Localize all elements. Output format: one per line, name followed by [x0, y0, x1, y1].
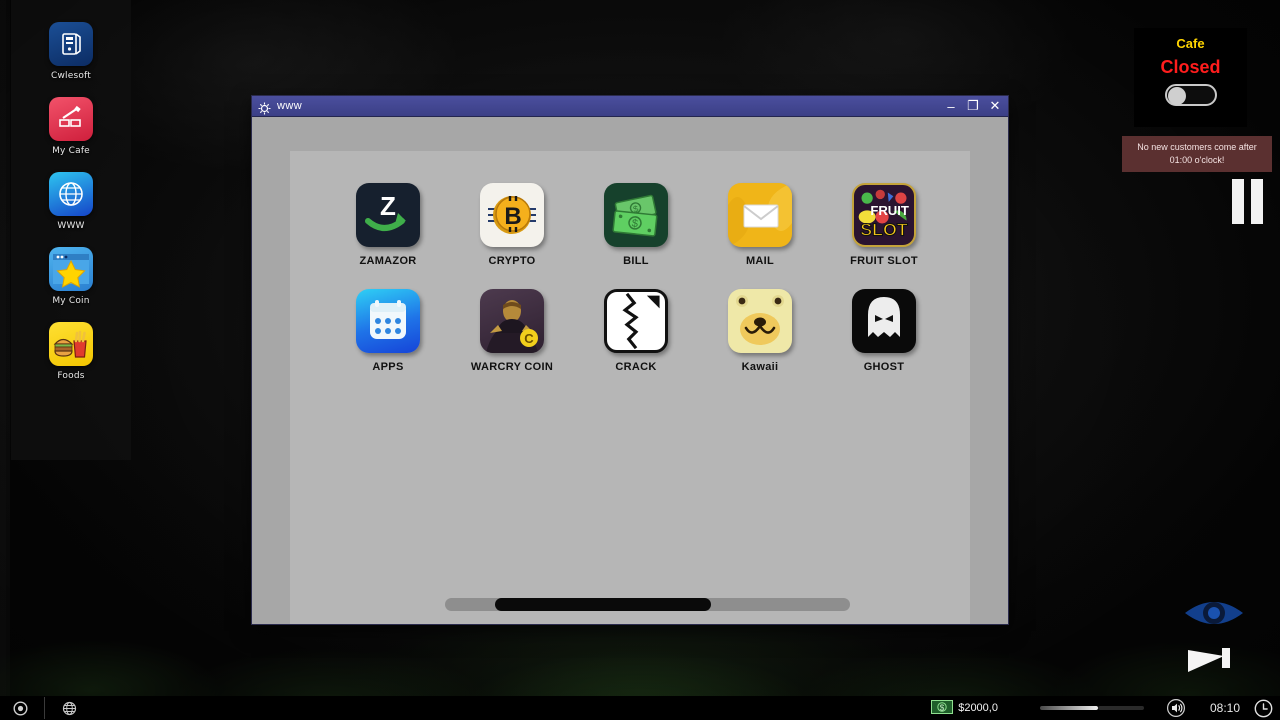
app-label: BILL — [623, 255, 649, 267]
globe-icon[interactable] — [49, 701, 89, 716]
maximize-button[interactable]: ❐ — [962, 97, 984, 116]
bitcoin-icon: B — [480, 183, 544, 247]
app-item-bill[interactable]: $ $ BILL — [574, 183, 698, 267]
app-label: CRYPTO — [488, 255, 535, 267]
server-icon — [49, 22, 93, 66]
app-list-container: Z ZAMAZOR — [290, 151, 970, 624]
app-item-kawaii[interactable]: Kawaii — [698, 289, 822, 373]
svg-text:C: C — [524, 331, 534, 346]
taskbar: $ $2000,0 08:10 — [0, 696, 1280, 720]
app-label: Kawaii — [742, 361, 779, 373]
svg-text:Z: Z — [380, 191, 396, 221]
cafe-status-badge: Closed — [1160, 57, 1220, 78]
desktop-screen: Cwlesoft My Cafe WWW — [0, 0, 1280, 720]
desktop-icon-label: My Cafe — [52, 146, 90, 156]
fruit-slot-icon: FRUIT SLOT — [852, 183, 916, 247]
pause-bar-left — [1232, 179, 1244, 224]
desktop-icon-my-cafe[interactable]: My Cafe — [26, 97, 116, 156]
app-grid: Z ZAMAZOR — [290, 151, 970, 373]
minimize-button[interactable]: – — [940, 97, 962, 116]
clock-time: 08:10 — [1210, 701, 1240, 715]
desktop-icon-foods[interactable]: Foods — [26, 322, 116, 381]
volume-slider[interactable] — [1040, 705, 1144, 711]
svg-text:SLOT: SLOT — [860, 220, 908, 240]
money-indicator: $ $2000,0 — [931, 699, 998, 718]
web-spinner-icon — [258, 100, 271, 113]
app-label: GHOST — [864, 361, 905, 373]
desktop-icon-label: Foods — [57, 371, 84, 381]
app-item-skin[interactable]: SKIN — [946, 183, 970, 267]
horizontal-scrollbar[interactable] — [445, 598, 850, 611]
eye-icon — [1183, 593, 1245, 633]
desktop-icon-my-coin[interactable]: My Coin — [26, 247, 116, 306]
torn-paper-icon — [604, 289, 668, 353]
cafe-open-toggle[interactable] — [1165, 84, 1217, 106]
envelope-icon — [728, 183, 792, 247]
app-item-real[interactable]: REAL — [946, 289, 970, 373]
app-label: WARCRY COIN — [471, 361, 553, 373]
burger-fries-icon — [49, 322, 93, 366]
svg-text:$: $ — [631, 218, 638, 231]
app-item-crypto[interactable]: B CRYPTO — [450, 183, 574, 267]
apps-grid-icon — [356, 289, 420, 353]
desktop-icon-cwlesoft[interactable]: Cwlesoft — [26, 22, 116, 81]
pause-button[interactable] — [1226, 178, 1268, 225]
eye-toggle-button[interactable] — [1183, 591, 1245, 635]
bear-face-icon — [728, 289, 792, 353]
desktop-icon-label: Cwlesoft — [51, 71, 91, 81]
app-item-warcry-coin[interactable]: C WARCRY COIN — [450, 289, 574, 373]
app-label: APPS — [372, 361, 403, 373]
desktop-icon-label: WWW — [57, 221, 84, 231]
record-icon[interactable] — [0, 701, 40, 716]
volume-slider-track — [1098, 706, 1144, 710]
pause-bar-right — [1251, 179, 1263, 224]
cafe-tooltip: No new customers come after 01:00 o'cloc… — [1122, 136, 1272, 172]
speaker-icon[interactable] — [1156, 699, 1196, 717]
globe-icon — [49, 172, 93, 216]
star-window-icon — [49, 247, 93, 291]
cafe-title: Cafe — [1176, 36, 1204, 51]
app-label: FRUIT SLOT — [850, 255, 918, 267]
taskbar-divider — [44, 697, 45, 719]
close-button[interactable]: ✕ — [984, 97, 1006, 116]
app-item-crack[interactable]: CRACK — [574, 289, 698, 373]
cafe-status-panel: Cafe Closed — [1134, 28, 1247, 127]
svg-text:$: $ — [940, 703, 945, 712]
app-item-fruit-slot[interactable]: FRUIT SLOT FRUIT SLOT — [822, 183, 946, 267]
volume-slider-fill — [1040, 706, 1098, 710]
app-item-zamazor[interactable]: Z ZAMAZOR — [326, 183, 450, 267]
money-amount: $2000,0 — [958, 702, 998, 714]
banknotes-icon: $ $ — [604, 183, 668, 247]
app-label: MAIL — [746, 255, 774, 267]
app-label: CRACK — [615, 361, 656, 373]
window-title: www — [277, 100, 940, 112]
app-item-mail[interactable]: MAIL — [698, 183, 822, 267]
cafe-hammer-icon — [49, 97, 93, 141]
dollar-bill-icon: $ — [931, 699, 953, 718]
scrollbar-thumb[interactable] — [495, 598, 711, 611]
app-item-ghost[interactable]: GHOST — [822, 289, 946, 373]
window-body: Z ZAMAZOR — [252, 117, 1008, 624]
flag-decoration — [1178, 642, 1234, 698]
window-titlebar[interactable]: www – ❐ ✕ — [252, 96, 1008, 117]
app-label: ZAMAZOR — [359, 255, 416, 267]
desktop-icon-label: My Coin — [52, 296, 89, 306]
desktop-icon-www[interactable]: WWW — [26, 172, 116, 231]
desktop-icon-sidebar: Cwlesoft My Cafe WWW — [11, 0, 131, 460]
browser-window: www – ❐ ✕ Z ZAMAZOR — [251, 95, 1009, 625]
ghost-icon — [852, 289, 916, 353]
warrior-icon: C — [480, 289, 544, 353]
toggle-knob — [1168, 87, 1186, 105]
clock-icon — [1246, 699, 1280, 718]
app-item-apps[interactable]: APPS — [326, 289, 450, 373]
zamazor-icon: Z — [356, 183, 420, 247]
svg-text:FRUIT: FRUIT — [870, 203, 909, 218]
svg-text:B: B — [504, 203, 521, 230]
